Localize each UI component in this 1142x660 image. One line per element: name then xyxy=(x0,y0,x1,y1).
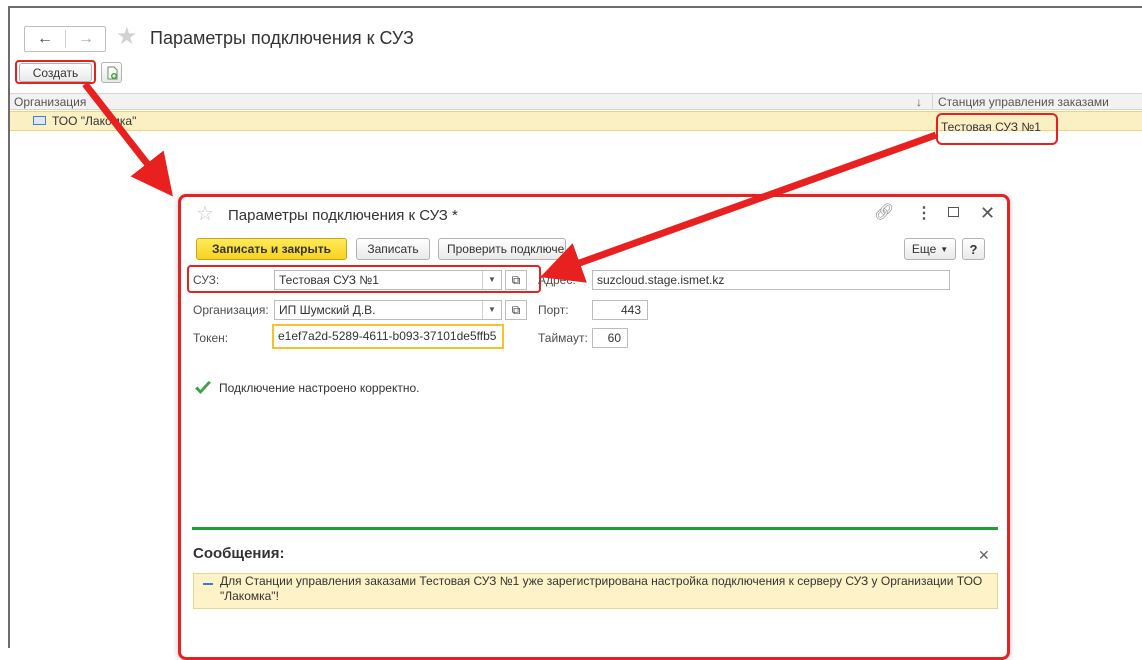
open-icon[interactable]: ⧉ xyxy=(505,270,527,290)
messages-divider xyxy=(192,527,998,530)
close-icon[interactable]: ✕ xyxy=(980,203,995,223)
check-connection-button[interactable]: Проверить подключение xyxy=(438,238,566,260)
column-header-organization[interactable]: Организация xyxy=(14,94,86,110)
column-header-station[interactable]: Станция управления заказами xyxy=(938,94,1109,110)
timeout-field[interactable]: 60 xyxy=(592,328,628,348)
save-button[interactable]: Записать xyxy=(356,238,430,260)
row-station[interactable]: Тестовая СУЗ №1 xyxy=(941,119,1041,135)
suz-field[interactable]: Тестовая СУЗ №1 xyxy=(274,270,502,290)
sort-down-icon[interactable]: ↓ xyxy=(916,94,922,110)
close-icon[interactable]: ✕ xyxy=(978,545,990,565)
dropdown-arrow-icon[interactable]: ▼ xyxy=(484,271,500,289)
page-title: Параметры подключения к СУЗ xyxy=(150,28,414,48)
more-label: Еще xyxy=(911,242,937,256)
more-vertical-icon[interactable]: ⋮ xyxy=(916,204,932,224)
save-and-close-button[interactable]: Записать и закрыть xyxy=(196,238,347,260)
column-separator xyxy=(932,94,933,109)
address-field[interactable]: suzcloud.stage.ismet.kz xyxy=(592,270,950,290)
dropdown-arrow-icon: ▼ xyxy=(940,244,949,254)
open-icon[interactable]: ⧉ xyxy=(505,300,527,320)
help-button[interactable]: ? xyxy=(962,238,985,260)
organization-icon xyxy=(33,116,46,125)
token-label: Токен: xyxy=(193,331,229,345)
message-text: Для Станции управления заказами Тестовая… xyxy=(220,574,983,603)
organization-field[interactable]: ИП Шумский Д.В. xyxy=(274,300,502,320)
organization-label: Организация: xyxy=(193,303,269,317)
back-arrow-icon[interactable]: ← xyxy=(25,27,65,51)
favorite-star-icon[interactable]: ☆ xyxy=(196,202,214,226)
maximize-icon[interactable] xyxy=(948,207,959,217)
token-field[interactable]: e1ef7a2d-5289-4611-b093-37101de5ffb5 xyxy=(272,324,504,349)
address-label: Адрес: xyxy=(538,273,576,287)
favorite-star-icon[interactable]: ★ xyxy=(116,22,138,52)
link-icon[interactable]: 🔗︎ xyxy=(874,203,894,223)
messages-title: Сообщения: xyxy=(193,545,285,562)
dialog-title: Параметры подключения к СУЗ * xyxy=(228,207,458,224)
timeout-label: Таймаут: xyxy=(538,331,588,345)
success-check-icon xyxy=(194,380,212,399)
dropdown-arrow-icon[interactable]: ▼ xyxy=(484,301,500,319)
row-organization[interactable]: ТОО "Лакомка" xyxy=(52,113,136,129)
navigation-group: ← → xyxy=(24,26,106,52)
create-button[interactable]: Создать xyxy=(19,63,92,82)
field-separator xyxy=(482,301,483,319)
copy-button[interactable] xyxy=(101,62,122,83)
suz-label: СУЗ: xyxy=(193,273,220,287)
port-label: Порт: xyxy=(538,303,569,317)
field-separator xyxy=(482,271,483,289)
port-field[interactable]: 443 xyxy=(592,300,648,320)
message-marker xyxy=(203,583,213,585)
forward-arrow-icon[interactable]: → xyxy=(66,27,106,51)
copy-document-icon xyxy=(107,66,117,79)
connection-status-text: Подключение настроено корректно. xyxy=(219,381,420,395)
more-button[interactable]: Еще ▼ xyxy=(904,238,956,260)
